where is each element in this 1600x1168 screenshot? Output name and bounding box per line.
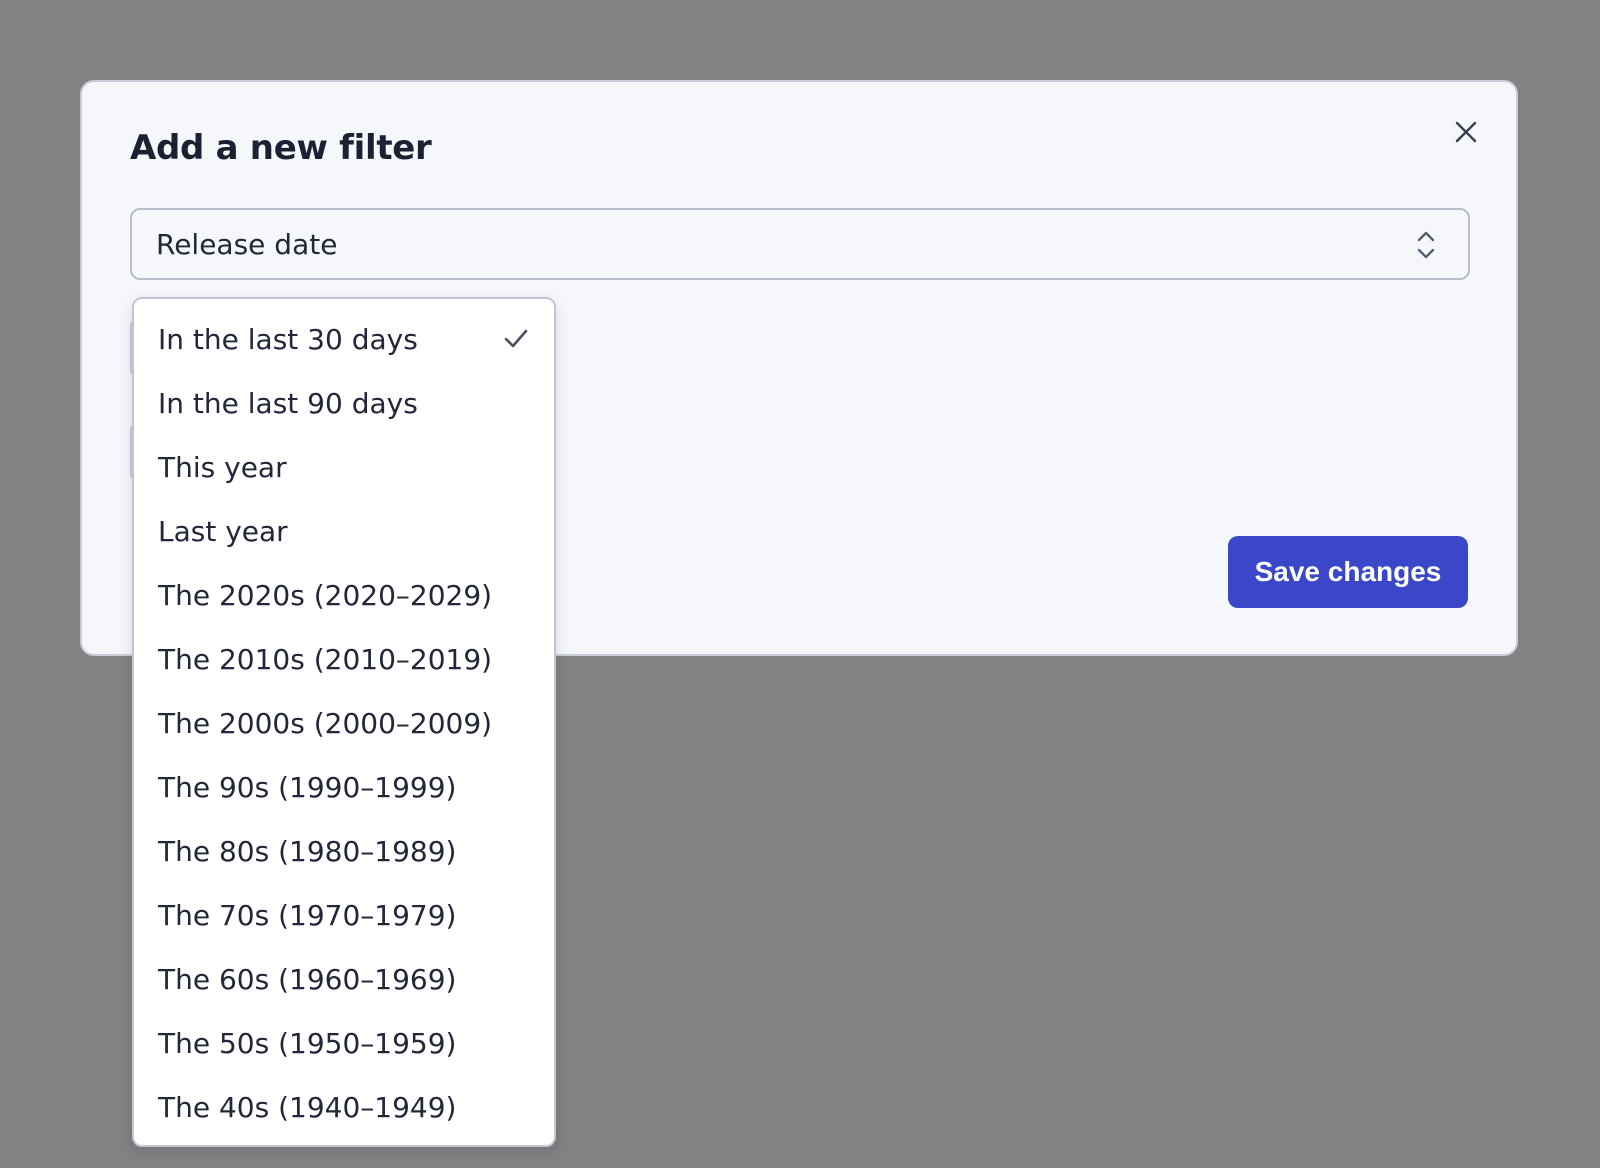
field-select-value: Release date — [156, 227, 338, 261]
dropdown-option-label: The 2010s (2010–2019) — [158, 642, 493, 676]
field-select[interactable]: Release date — [130, 208, 1470, 280]
dropdown-option[interactable]: The 2010s (2010–2019) — [134, 627, 554, 691]
dropdown-option[interactable]: The 40s (1940–1949) — [134, 1075, 554, 1139]
dropdown-option[interactable]: The 60s (1960–1969) — [134, 947, 554, 1011]
dropdown-option-label: The 60s (1960–1969) — [158, 962, 457, 996]
save-button[interactable]: Save changes — [1228, 536, 1468, 608]
dropdown-option-label: In the last 30 days — [158, 322, 418, 356]
dropdown-option-label: The 50s (1950–1959) — [158, 1026, 457, 1060]
close-button[interactable] — [1446, 112, 1486, 152]
dropdown-option[interactable]: Last year — [134, 499, 554, 563]
dropdown-option[interactable]: The 50s (1950–1959) — [134, 1011, 554, 1075]
date-range-dropdown: In the last 30 days In the last 90 days Th… — [132, 297, 556, 1147]
dropdown-option-label: The 2020s (2020–2029) — [158, 578, 493, 612]
dropdown-option-label: In the last 90 days — [158, 386, 418, 420]
dropdown-option-label: The 40s (1940–1949) — [158, 1090, 457, 1124]
dropdown-option[interactable]: This year — [134, 435, 554, 499]
chevron-up-down-icon — [1417, 231, 1435, 259]
modal-title: Add a new filter — [130, 128, 432, 168]
check-icon — [504, 329, 528, 348]
dropdown-option[interactable]: The 2020s (2020–2029) — [134, 563, 554, 627]
dropdown-option[interactable]: The 2000s (2000–2009) — [134, 691, 554, 755]
dropdown-option[interactable]: In the last 30 days — [134, 307, 554, 371]
dropdown-option-label: The 70s (1970–1979) — [158, 898, 457, 932]
dropdown-option-label: Last year — [158, 514, 288, 548]
dropdown-option-label: The 2000s (2000–2009) — [158, 706, 493, 740]
close-icon — [1455, 121, 1477, 143]
dropdown-option[interactable]: The 70s (1970–1979) — [134, 883, 554, 947]
dropdown-option-label: The 80s (1980–1989) — [158, 834, 457, 868]
dropdown-option[interactable]: The 90s (1990–1999) — [134, 755, 554, 819]
dropdown-option-label: This year — [158, 450, 287, 484]
dropdown-option[interactable]: The 80s (1980–1989) — [134, 819, 554, 883]
dropdown-option[interactable]: In the last 90 days — [134, 371, 554, 435]
dropdown-option-label: The 90s (1990–1999) — [158, 770, 457, 804]
